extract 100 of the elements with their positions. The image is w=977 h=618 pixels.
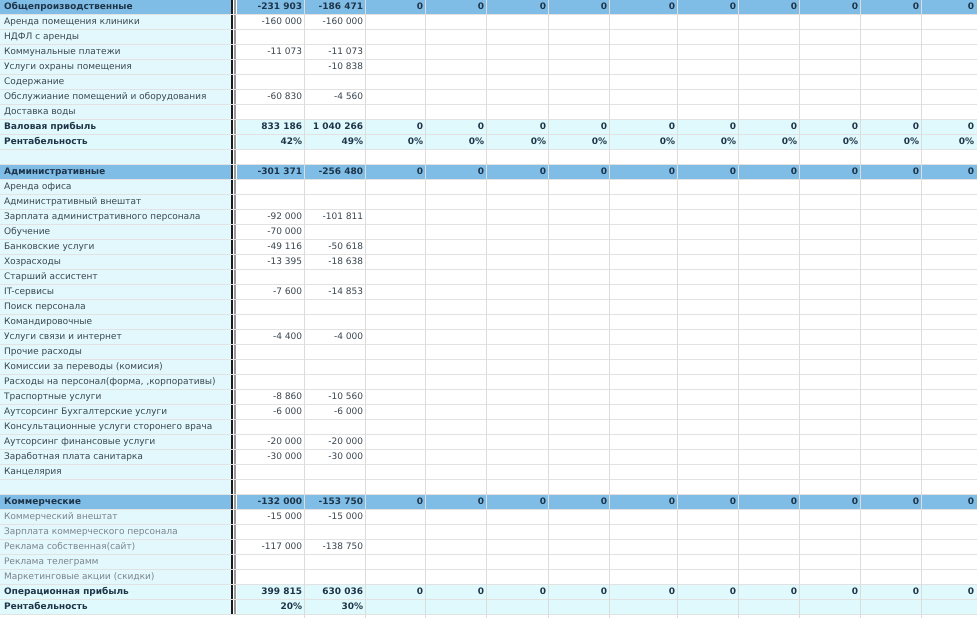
table-cell: 0	[678, 0, 739, 14]
table-cell-text: -49 116	[266, 241, 303, 254]
table-cell: 0	[487, 0, 549, 14]
table-cell-text: -15 000	[327, 511, 364, 524]
row-label: Доставка воды	[0, 105, 233, 119]
table-cell: 630 036	[305, 585, 366, 599]
table-cell: 0	[366, 0, 426, 14]
row-label: Валовая прибыль	[0, 120, 233, 134]
table-cell-text: -117 000	[260, 541, 303, 554]
table-cell	[487, 600, 549, 614]
table-cell: 0	[922, 120, 977, 134]
table-cell: 0%	[366, 135, 426, 149]
table-cell: 0	[487, 120, 549, 134]
row-label: Обучение	[0, 225, 233, 239]
table-cell: 0%	[861, 135, 922, 149]
row-label: Административные	[0, 165, 233, 179]
table-cell-text: -160 000	[260, 16, 303, 29]
table-cell	[739, 600, 800, 614]
table-cell: 0	[739, 585, 800, 599]
table-cell: 0	[861, 165, 922, 179]
table-cell	[922, 600, 977, 614]
table-cell: 833 186	[237, 120, 305, 134]
table-cell: -231 903	[237, 0, 305, 14]
row-label: Аутсорсинг финансовые услуги	[0, 435, 233, 449]
table-cell: 0%	[922, 135, 977, 149]
table-cell: 0	[739, 0, 800, 14]
table-cell: 0	[426, 165, 487, 179]
table-cell: 0	[800, 495, 861, 509]
table-cell	[366, 600, 426, 614]
table-cell: 0	[800, 165, 861, 179]
row-label: Прочие расходы	[0, 345, 233, 359]
row-label: Коммерческие	[0, 495, 233, 509]
row-label: IT-сервисы	[0, 285, 233, 299]
table-cell: 0	[366, 585, 426, 599]
table-cell: 399 815	[237, 585, 305, 599]
table-cell: 0	[366, 495, 426, 509]
table-cell-text: -60 830	[266, 91, 303, 104]
table-cell: 0	[800, 585, 861, 599]
table-cell: 0	[610, 120, 678, 134]
table-cell: 0	[800, 120, 861, 134]
table-cell-text: -30 000	[266, 451, 303, 464]
table-cell-text: -18 638	[327, 256, 364, 269]
table-cell: -256 480	[305, 165, 366, 179]
table-cell: 0	[678, 495, 739, 509]
row-label: Канцелярия	[0, 465, 233, 479]
table-cell: 0	[366, 165, 426, 179]
table-cell: 1 040 266	[305, 120, 366, 134]
table-cell: 0	[922, 165, 977, 179]
row-label: Операционная прибыль	[0, 585, 233, 599]
row-label: Зарплата коммерческого персонала	[0, 525, 233, 539]
table-cell: 0%	[426, 135, 487, 149]
table-cell	[610, 600, 678, 614]
table-cell: 0	[487, 165, 549, 179]
table-cell-text: -101 811	[322, 211, 364, 224]
row-label: Расходы на персонал(форма, ,корпоративы)	[0, 375, 233, 389]
table-cell-text: -70 000	[266, 226, 303, 239]
row-label: Содержание	[0, 75, 233, 89]
table-cell-text: -7 600	[272, 286, 303, 299]
table-cell-text: -11 073	[266, 46, 303, 59]
row-label: Аутсорсинг Бухгалтерские услуги	[0, 405, 233, 419]
row-label: НДФЛ с аренды	[0, 30, 233, 44]
table-cell: 0	[549, 0, 610, 14]
row-label: Административный внештат	[0, 195, 233, 209]
table-cell-text: -11 073	[327, 46, 364, 59]
table-cell: 0	[861, 120, 922, 134]
table-cell: 0	[800, 0, 861, 14]
row-label: Реклама собственная(сайт)	[0, 540, 233, 554]
table-cell-text: -8 860	[272, 391, 303, 404]
table-cell: 0	[861, 0, 922, 14]
table-cell: 0	[549, 165, 610, 179]
table-cell	[861, 600, 922, 614]
table-cell: 0	[739, 165, 800, 179]
table-cell-text: -4 000	[332, 331, 364, 344]
table-cell: 0	[922, 495, 977, 509]
table-cell: 0	[549, 120, 610, 134]
row-label: Банковские услуги	[0, 240, 233, 254]
table-cell-text: -160 000	[322, 16, 364, 29]
row-label: Заработная плата санитарка	[0, 450, 233, 464]
table-cell: 0%	[610, 135, 678, 149]
table-cell: 0	[678, 165, 739, 179]
table-cell-text: -30 000	[327, 451, 364, 464]
table-cell: 0%	[487, 135, 549, 149]
row-label: Траспортные услуги	[0, 390, 233, 404]
row-label: Обслужиание помещений и оборудования	[0, 90, 233, 104]
row-label: Маркетинговые акции (скидки)	[0, 570, 233, 584]
table-cell: 20%	[237, 600, 305, 614]
table-cell: 0	[678, 120, 739, 134]
table-cell-text: -6 000	[332, 406, 364, 419]
row-label: Хозрасходы	[0, 255, 233, 269]
table-cell-text: -4 560	[332, 91, 364, 104]
row-label: Аренда офиса	[0, 180, 233, 194]
row-label: Консультационные услуги сторонего врача	[0, 420, 233, 434]
row-label: Рентабельность	[0, 600, 233, 614]
table-cell: 49%	[305, 135, 366, 149]
table-cell: 0	[922, 585, 977, 599]
table-cell: 42%	[237, 135, 305, 149]
table-cell: 0	[861, 495, 922, 509]
table-cell: -153 750	[305, 495, 366, 509]
row-label: Аренда помещения клиники	[0, 15, 233, 29]
table-cell-text: -20 000	[266, 436, 303, 449]
